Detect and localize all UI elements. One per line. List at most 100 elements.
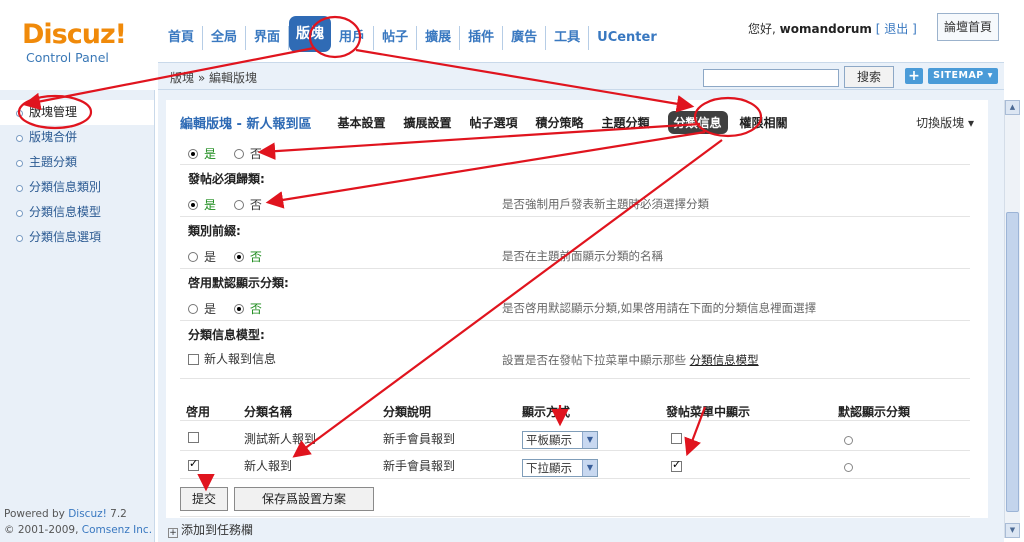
category-name: 測試新人報到	[244, 432, 317, 446]
row3-yes-radio[interactable]	[188, 304, 198, 314]
in-menu-checkbox[interactable]	[671, 433, 682, 444]
nav-item[interactable]: 用戶	[331, 26, 375, 50]
row0-yes-radio[interactable]	[188, 149, 198, 159]
logo[interactable]: Discuz! Control Panel	[22, 20, 132, 66]
in-menu-checkbox[interactable]	[671, 458, 682, 472]
sidebar-item[interactable]: 版塊合併	[0, 125, 154, 150]
add-to-taskbar-link[interactable]: + 添加到任務欄	[168, 521, 253, 538]
nav-item[interactable]: 廣告	[503, 26, 547, 50]
search-button[interactable]: 搜索	[844, 66, 894, 88]
row-enable-classification: 是 否	[188, 145, 276, 162]
scroll-up-icon[interactable]: ▲	[1005, 100, 1020, 115]
display-mode-select[interactable]: 下拉顯示 ▼	[522, 459, 598, 477]
row1-options: 是 否	[188, 196, 276, 213]
powered-by: Powered by	[4, 508, 69, 520]
row1-yes-radio[interactable]	[188, 200, 198, 210]
settings-tab[interactable]: 帖子選項	[469, 114, 517, 131]
vertical-scrollbar[interactable]: ▲ ▼	[1004, 100, 1020, 538]
display-mode-select[interactable]: 平板顯示 ▼	[522, 431, 598, 449]
chevron-down-icon: ▼	[582, 432, 597, 448]
nav-item[interactable]: 工具	[546, 26, 590, 50]
divider	[180, 320, 970, 321]
nav-item[interactable]: 全局	[203, 26, 247, 50]
sidebar-item[interactable]: 分類信息選項	[0, 225, 154, 250]
logout-link[interactable]: [ 退出 ]	[876, 22, 917, 36]
row0-no-radio[interactable]	[233, 149, 244, 159]
row1-no-label: 否	[249, 198, 262, 212]
settings-tab[interactable]: 擴展設置	[403, 114, 451, 131]
row0-yes-label: 是	[204, 147, 217, 161]
row4-model-label: 新人報到信息	[204, 352, 277, 366]
settings-tab[interactable]: 權限相關	[740, 114, 788, 131]
settings-tab[interactable]: 主題分類	[602, 114, 650, 131]
sidebar-item[interactable]: 分類信息模型	[0, 200, 154, 225]
discuz-link[interactable]: Discuz!	[68, 508, 107, 520]
tabs-row: 編輯版塊 - 新人報到區 基本設置 擴展設置 帖子選項 積分策略 主題分類 分類信息 權限相…	[180, 110, 806, 134]
row3-no-radio[interactable]	[233, 304, 244, 314]
row4-options: 新人報到信息	[188, 350, 276, 367]
row2-label: 類別前綴:	[188, 224, 241, 238]
row-enabled-checkbox[interactable]	[188, 457, 199, 471]
submit-button[interactable]: 提交	[180, 487, 228, 511]
row2-no-label: 否	[249, 250, 262, 264]
scroll-thumb[interactable]	[1006, 212, 1019, 512]
category-desc: 新手會員報到	[383, 432, 456, 446]
add-shortcut-button[interactable]: +	[905, 68, 923, 84]
divider	[180, 478, 970, 479]
main-area: 編輯版塊 - 新人報到區 基本設置 擴展設置 帖子選項 積分策略 主題分類 分類信息 權限相…	[158, 90, 1004, 518]
row4-model-checkbox[interactable]	[188, 354, 199, 365]
row2-options: 是 否	[188, 248, 276, 265]
category-desc: 新手會員報到	[383, 459, 456, 473]
display-mode-value: 下拉顯示	[526, 461, 572, 475]
row3-hint: 是否啓用默認顯示分類,如果啓用請在下面的分類信息裡面選擇	[502, 301, 817, 315]
main-nav: 首頁 全局 界面 版塊 用戶 帖子 擴展 插件 廣告 工具 UCenter	[160, 16, 665, 52]
sidebar-item[interactable]: 主題分類	[0, 150, 154, 175]
username: womandorum	[779, 22, 872, 36]
divider	[180, 216, 970, 217]
nav-item[interactable]: 擴展	[417, 26, 461, 50]
row-enabled-checkbox[interactable]	[188, 432, 199, 443]
search-input[interactable]	[703, 69, 839, 87]
nav-item[interactable]: 界面	[246, 26, 290, 50]
default-category-radio[interactable]	[844, 463, 853, 472]
row1-yes-label: 是	[204, 198, 217, 212]
row2-no-radio[interactable]	[233, 252, 244, 262]
sidebar: 版塊管理 版塊合併 主題分類 分類信息類別 分類信息模型 分類信息選項 Powered b…	[0, 90, 155, 542]
breadcrumb: 版塊 » 編輯版塊	[170, 71, 257, 85]
forum-home-button[interactable]: 論壇首頁	[937, 13, 999, 41]
switch-forum-dropdown[interactable]: 切換版塊 ▾	[916, 114, 974, 131]
nav-item[interactable]: UCenter	[589, 26, 665, 50]
bottom-bar: + 添加到任務欄	[158, 518, 1004, 542]
settings-tab[interactable]: 積分策略	[536, 114, 584, 131]
nav-item[interactable]: 首頁	[160, 26, 204, 50]
settings-panel: 編輯版塊 - 新人報到區 基本設置 擴展設置 帖子選項 積分策略 主題分類 分類信息 權限相…	[166, 100, 988, 518]
nav-item[interactable]: 帖子	[374, 26, 418, 50]
nav-item[interactable]: 插件	[460, 26, 504, 50]
row3-label: 啓用默認顯示分類:	[188, 276, 289, 290]
row1-no-radio[interactable]	[233, 200, 244, 210]
category-name: 新人報到	[244, 459, 293, 473]
comsenz-link[interactable]: Comsenz Inc.	[82, 524, 152, 536]
row4-hint-link[interactable]: 分類信息模型	[690, 353, 759, 367]
row4-hint-text: 設置是否在發帖下拉菜單中顯示那些	[502, 353, 690, 367]
sidebar-item[interactable]: 分類信息類別	[0, 175, 154, 200]
row2-yes-radio[interactable]	[188, 252, 198, 262]
settings-tab[interactable]: 分類信息	[667, 110, 728, 134]
col-header-enabled: 啓用	[186, 405, 211, 419]
divider	[180, 164, 970, 165]
sitemap-button[interactable]: SITEMAP ▾	[928, 68, 998, 84]
default-category-radio[interactable]	[844, 436, 853, 445]
scroll-down-icon[interactable]: ▼	[1005, 523, 1020, 538]
col-header-desc: 分類說明	[383, 405, 432, 419]
chevron-down-icon: ▼	[582, 460, 597, 476]
sidebar-item[interactable]: 版塊管理	[0, 100, 154, 125]
version: 7.2	[106, 508, 127, 520]
header: Discuz! Control Panel 首頁 全局 界面 版塊 用戶 帖子 擴展 插件 廣告…	[0, 0, 1024, 65]
divider	[180, 378, 970, 379]
save-scheme-button[interactable]: 保存爲設置方案	[234, 487, 374, 511]
settings-tab[interactable]: 基本設置	[337, 114, 385, 131]
row2-yes-label: 是	[204, 250, 217, 264]
breadcrumb-bar: 版塊 » 編輯版塊 搜索 + SITEMAP ▾	[158, 62, 1004, 90]
col-header-display: 顯示方式	[522, 405, 571, 419]
nav-item[interactable]: 版塊	[289, 16, 332, 52]
